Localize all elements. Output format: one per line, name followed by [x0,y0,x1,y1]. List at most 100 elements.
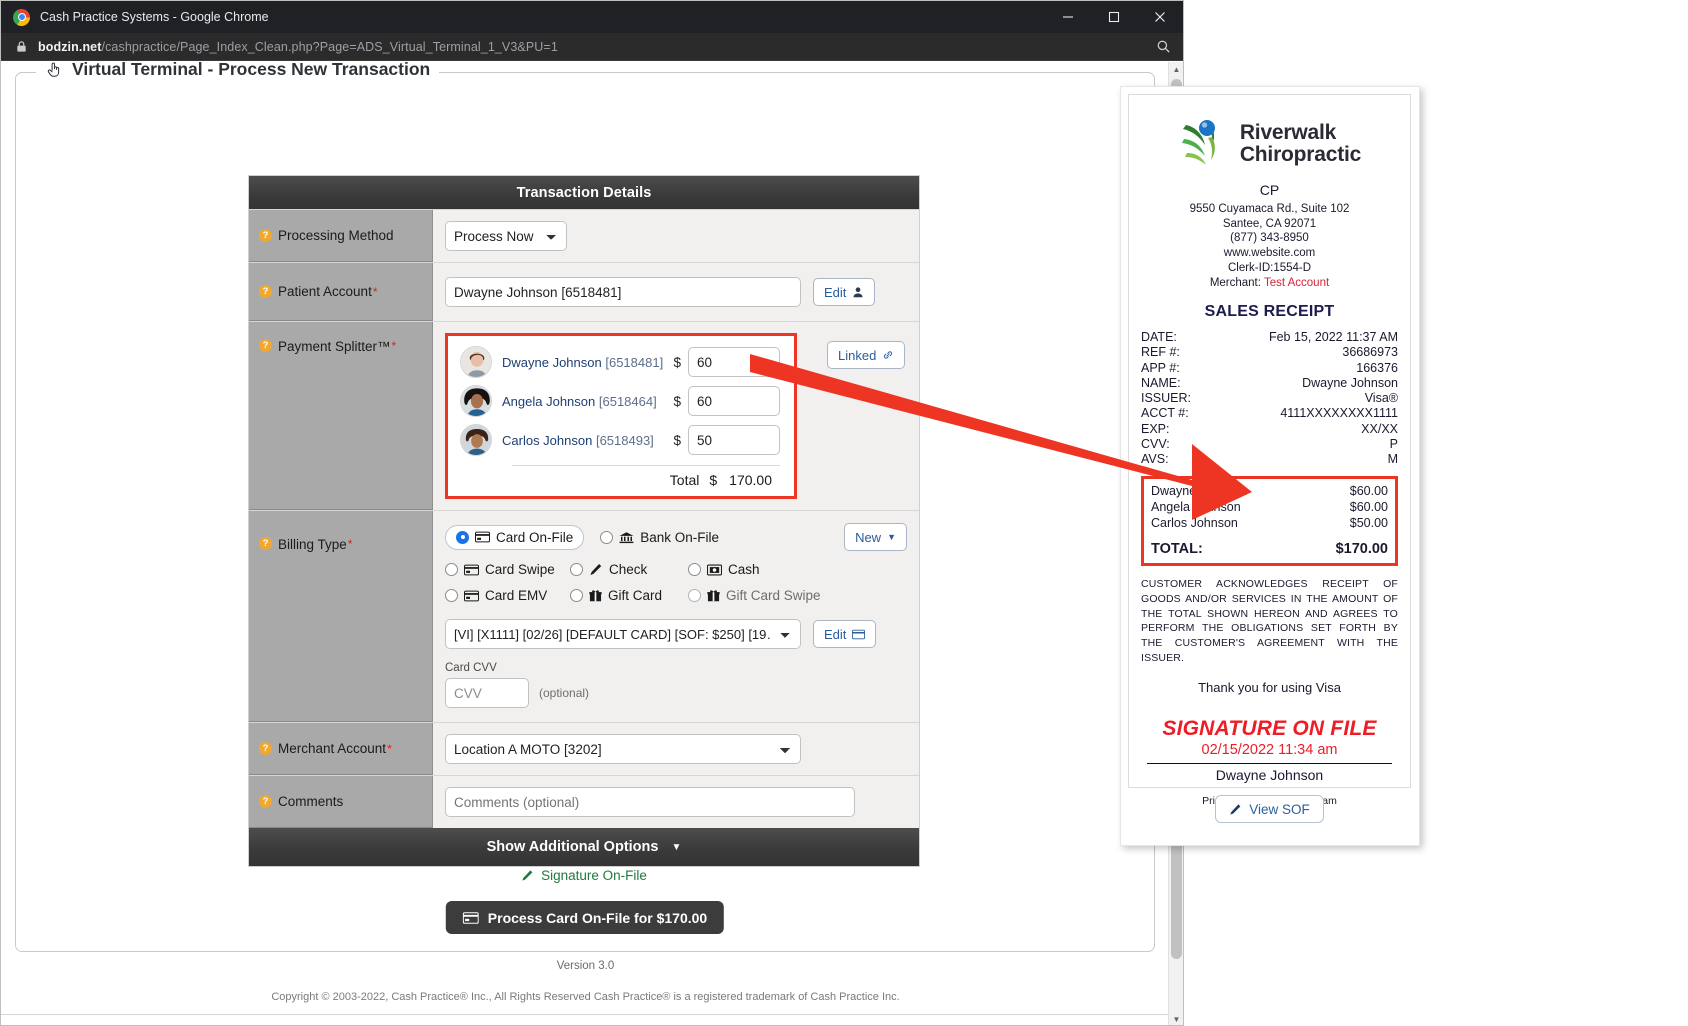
radio-gift-card[interactable] [570,589,583,602]
help-icon[interactable]: ? [259,742,272,755]
billing-option-bank-on-file[interactable]: Bank On-File [600,530,719,545]
split-total-currency: $ [709,472,718,488]
split-amount-input[interactable] [688,425,780,455]
maximize-button[interactable] [1091,1,1137,33]
receipt-split-box: Dwayne Johnson $60.00 Angela Johnson $60… [1141,476,1398,566]
linked-label: Linked [838,347,877,363]
signature-on-file-link[interactable]: Signature On-File [248,868,920,883]
search-icon[interactable] [1156,39,1171,54]
receipt-split-name: Angela Johnson [1151,500,1241,515]
receipt-split-name: Carlos Johnson [1151,515,1238,530]
receipt-field-row: AVS: M [1141,452,1398,467]
receipt-field-value: 166376 [1356,360,1398,375]
radio-check[interactable] [570,563,583,576]
avatar-image [461,347,491,377]
cvv-label: Card CVV [445,662,497,674]
billing-type-line-1: Card On-File Bank On-File New ▼ [445,523,907,551]
merchant-account-select[interactable]: Location A MOTO [3202] [445,734,801,764]
business-name-line1: Riverwalk [1239,120,1337,144]
virtual-terminal-fieldset: Virtual Terminal - Process New Transacti… [15,62,1155,952]
credit-card-icon [852,629,866,639]
bank-icon [619,531,634,543]
sales-receipt: Riverwalk Chiropractic CP 9550 Cuyamaca … [1128,94,1411,807]
window-title: Cash Practice Systems - Google Chrome [40,10,269,24]
receipt-merchant-line: Merchant: Test Account [1141,276,1398,291]
radio-card-swipe[interactable] [445,563,458,576]
pen-icon [1230,803,1241,815]
row-patient-account: ? Patient Account* Edit [249,262,919,321]
minimize-button[interactable] [1045,1,1091,33]
control-processing-method: Process Now [433,210,919,262]
billing-option-label: Bank On-File [640,529,720,545]
divider [512,465,780,466]
label-patient-account: ? Patient Account * [249,263,433,321]
scroll-up-icon[interactable]: ▲ [1169,62,1183,77]
billing-option-card-swipe[interactable]: Card Swipe [445,562,570,577]
edit-card-button[interactable]: Edit [813,620,877,648]
radio-card-emv[interactable] [445,589,458,602]
billing-option-card-emv[interactable]: Card EMV [445,588,570,603]
billing-option-gift-card-swipe[interactable]: Gift Card Swipe [688,588,821,603]
credit-card-icon [464,590,479,601]
radio-gift-card-swipe[interactable] [688,589,701,602]
radio-card-on-file[interactable] [456,530,469,544]
help-icon[interactable]: ? [259,339,272,352]
receipt-field-value: 36686973 [1342,345,1398,360]
new-billing-button[interactable]: New ▼ [844,523,907,551]
billing-option-card-on-file[interactable]: Card On-File [445,524,585,550]
split-account-text: [6518464] [598,393,657,409]
receipt-website: www.website.com [1223,247,1316,260]
control-patient-account: Edit [433,263,919,321]
patient-account-input[interactable] [445,277,801,307]
split-name: Angela Johnson [6518464] [502,394,673,409]
billing-option-label: Card EMV [485,588,548,603]
split-amount-input[interactable] [688,386,780,416]
help-icon[interactable]: ? [259,285,272,298]
chevron-down-icon: ▼ [671,841,682,853]
close-button[interactable] [1137,1,1183,33]
linked-button[interactable]: Linked [827,341,906,369]
edit-patient-label: Edit [824,284,847,300]
receipt-field-key: ACCT #: [1141,406,1189,421]
radio-cash[interactable] [688,563,701,576]
process-transaction-button[interactable]: Process Card On-File for $170.00 [445,901,725,934]
billing-option-check[interactable]: Check [570,562,688,577]
split-amount-input[interactable] [688,347,780,377]
receipt-title: SALES RECEIPT [1204,303,1335,321]
credit-card-icon [464,564,479,575]
credit-card-icon [475,531,490,543]
processing-method-select[interactable]: Process Now [445,221,567,251]
help-icon[interactable]: ? [259,795,272,808]
receipt-split-row: Angela Johnson $60.00 [1151,500,1388,516]
receipt-total-amount: $170.00 [1335,540,1388,557]
receipt-field-key: AVS: [1141,452,1169,467]
billing-option-gift-card[interactable]: Gift Card [570,588,688,603]
help-icon[interactable]: ? [259,537,272,550]
pen-icon [590,564,602,575]
card-on-file-select[interactable]: [VI] [X1111] [02/26] [DEFAULT CARD] [SOF… [445,619,801,649]
billing-option-cash[interactable]: Cash [688,562,760,577]
receipt-field-row: CVV: P [1141,437,1398,452]
label-patient-account-text: Patient Account [278,284,372,299]
receipt-total-row: TOTAL: $170.00 [1151,541,1388,557]
receipt-field-row: NAME: Dwayne Johnson [1141,376,1398,391]
receipt-address-1: 9550 Cuyamaca Rd., Suite 102 [1189,202,1350,215]
cvv-input[interactable] [445,678,529,708]
help-icon[interactable]: ? [259,229,272,242]
radio-bank-on-file[interactable] [600,530,614,544]
edit-patient-button[interactable]: Edit [813,278,876,306]
comments-input[interactable] [445,787,855,817]
new-billing-label: New [855,529,882,545]
billing-option-label: Card On-File [496,529,574,545]
receipt-split-amount: $60.00 [1349,484,1388,499]
gift-icon [589,590,602,602]
view-sof-button[interactable]: View SOF [1215,795,1324,823]
page-title-text: Virtual Terminal - Process New Transacti… [72,62,431,79]
split-total-value: 170.00 [729,472,772,488]
scroll-down-icon[interactable]: ▼ [1169,1012,1183,1025]
copyright-text: Copyright © 2003-2022, Cash Practice® In… [271,991,900,1003]
split-name-text: Angela Johnson [502,393,596,409]
show-additional-options-button[interactable]: Show Additional Options ▼ [249,828,919,866]
label-payment-splitter: ? Payment Splitter™ * [249,322,433,510]
address-bar[interactable]: bodzin.net/cashpractice/Page_Index_Clean… [1,33,1183,61]
